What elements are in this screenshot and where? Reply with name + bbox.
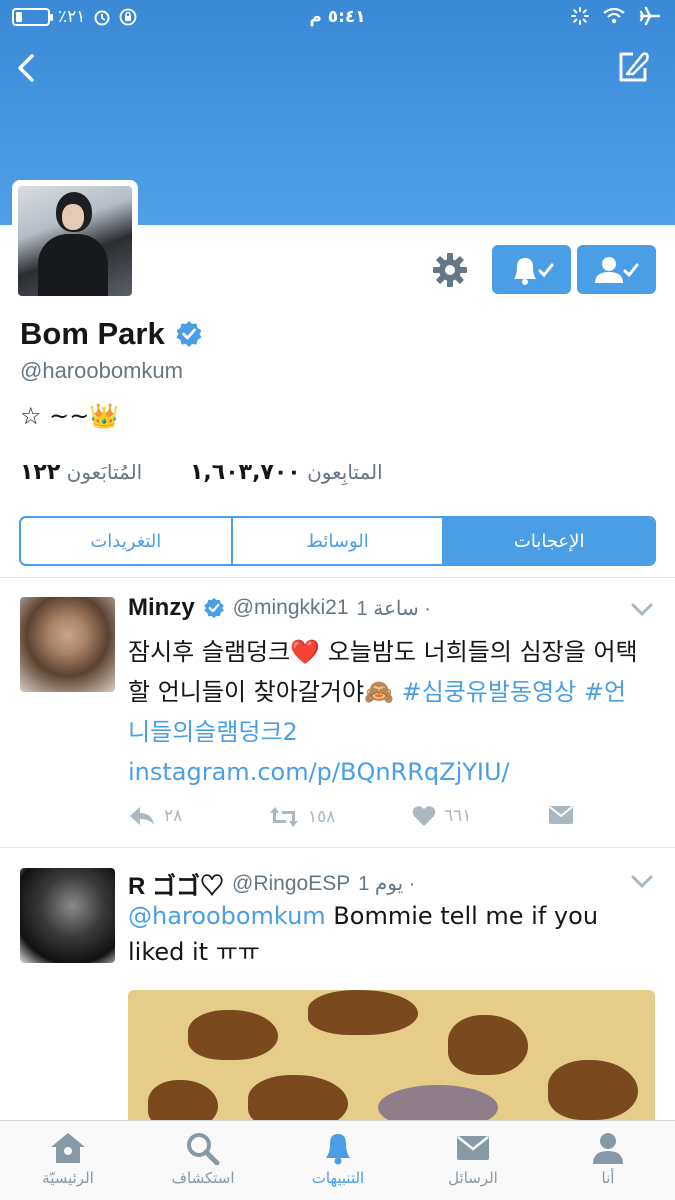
tweet-header: R ゴゴ♡ @RingoESP 1 يوم · (128, 866, 415, 901)
following-label: المُتابَعون (66, 460, 143, 484)
wifi-icon (603, 8, 625, 24)
chevron-down-icon[interactable] (631, 603, 653, 617)
chevron-left-icon (18, 54, 34, 82)
tab-messages[interactable]: الرسائل (418, 1131, 528, 1187)
followers-label: المتابِعون (307, 460, 383, 484)
envelope-icon (549, 806, 573, 824)
tweet-mention[interactable]: @haroobomkum (128, 902, 326, 930)
bottom-tab-bar: الرئيسيّة استكشاف التنبيهات الرسائل أنا (0, 1120, 675, 1200)
reply-count: ٢٨ (164, 806, 183, 826)
profile-handle: @haroobomkum (20, 358, 183, 383)
following-count: ١٢٢ (20, 460, 61, 485)
status-bar: ٪٢١ ٥:٤١ م (0, 0, 675, 36)
divider (0, 847, 675, 848)
user-icon (593, 1133, 623, 1164)
following-button[interactable] (577, 245, 656, 294)
envelope-icon (457, 1136, 489, 1160)
tab-home[interactable]: الرئيسيّة (13, 1131, 123, 1187)
tab-explore[interactable]: استكشاف (148, 1131, 258, 1187)
notifications-toggle-button[interactable] (492, 245, 571, 294)
like-count: ٦٦١ (444, 806, 472, 826)
tweet-author-name[interactable]: R ゴゴ♡ (128, 866, 224, 901)
reply-icon (130, 807, 154, 825)
back-button[interactable] (8, 48, 48, 88)
share-dm-button[interactable] (548, 805, 574, 825)
tweet-actions: ٢٨ ١٥٨ ٦٦١ (128, 805, 578, 831)
profile-tabs: التغريدات الوسائط الإعجابات (19, 516, 656, 566)
tab-tweets[interactable]: التغريدات (21, 518, 231, 564)
tweet-header: Minzy @mingkki21 1 ساعة · (128, 594, 431, 622)
tweet-author-handle[interactable]: @mingkki21 (233, 596, 349, 620)
tab-media[interactable]: الوسائط (230, 518, 443, 564)
divider (0, 577, 675, 578)
tab-messages-label: الرسائل (448, 1169, 498, 1187)
profile-name: Bom Park (20, 316, 165, 351)
tweet-text: 잠시후 슬램덩크❤️ 오늘밤도 너희들의 심장을 어택할 언니들이 찾아갈거야🙈… (128, 632, 648, 792)
verified-badge-icon (203, 597, 224, 619)
user-check-icon (594, 256, 638, 283)
bell-check-icon (513, 257, 553, 285)
like-button[interactable]: ٦٦١ (412, 805, 471, 827)
following-stat[interactable]: المُتابَعون ١٢٢ (20, 460, 142, 485)
tab-me[interactable]: أنا (553, 1131, 663, 1187)
compose-icon (619, 52, 649, 82)
compose-button[interactable] (613, 46, 653, 86)
heart-icon (412, 806, 436, 826)
tab-notifications[interactable]: التنبيهات (283, 1131, 393, 1187)
tab-home-label: الرئيسيّة (42, 1169, 94, 1187)
search-icon (187, 1133, 220, 1165)
chevron-down-icon[interactable] (631, 875, 653, 889)
settings-button[interactable] (430, 250, 470, 290)
tab-notifications-label: التنبيهات (311, 1169, 365, 1187)
profile-bio: ☆ ~~👑 (20, 402, 120, 430)
tweet-media-image[interactable] (128, 990, 655, 1130)
tweet-text: @haroobomkum Bommie tell me if you liked… (128, 898, 648, 970)
tweet-author-name[interactable]: Minzy (128, 594, 195, 622)
followers-stat[interactable]: المتابِعون ١,٦٠٣,٧٠٠ (190, 460, 383, 485)
profile-page: ٪٢١ ٥:٤١ م Bom Park @haroobomkum ☆ ~~👑 ا… (0, 0, 675, 1200)
tweet-timestamp: 1 ساعة · (356, 597, 431, 620)
followers-count: ١,٦٠٣,٧٠٠ (190, 460, 301, 485)
retweet-icon (270, 807, 298, 827)
tweet-timestamp: 1 يوم · (358, 873, 416, 895)
avatar-image (18, 186, 132, 296)
verified-badge-icon (176, 321, 202, 347)
reply-button[interactable]: ٢٨ (128, 805, 182, 827)
retweet-count: ١٥٨ (308, 807, 336, 827)
loading-spinner-icon (571, 7, 589, 25)
tab-explore-label: استكشاف (171, 1169, 235, 1187)
tweet-avatar[interactable] (20, 868, 115, 963)
airplane-icon (639, 6, 661, 26)
tab-me-label: أنا (601, 1169, 615, 1187)
retweet-button[interactable]: ١٥٨ (268, 805, 335, 829)
tweet-author-handle[interactable]: @RingoESP (232, 872, 350, 896)
tab-likes[interactable]: الإعجابات (442, 518, 654, 564)
profile-avatar[interactable] (12, 180, 138, 302)
home-icon (51, 1133, 85, 1163)
gear-icon (433, 253, 467, 287)
tweet-avatar[interactable] (20, 597, 115, 692)
bell-icon (326, 1134, 350, 1165)
